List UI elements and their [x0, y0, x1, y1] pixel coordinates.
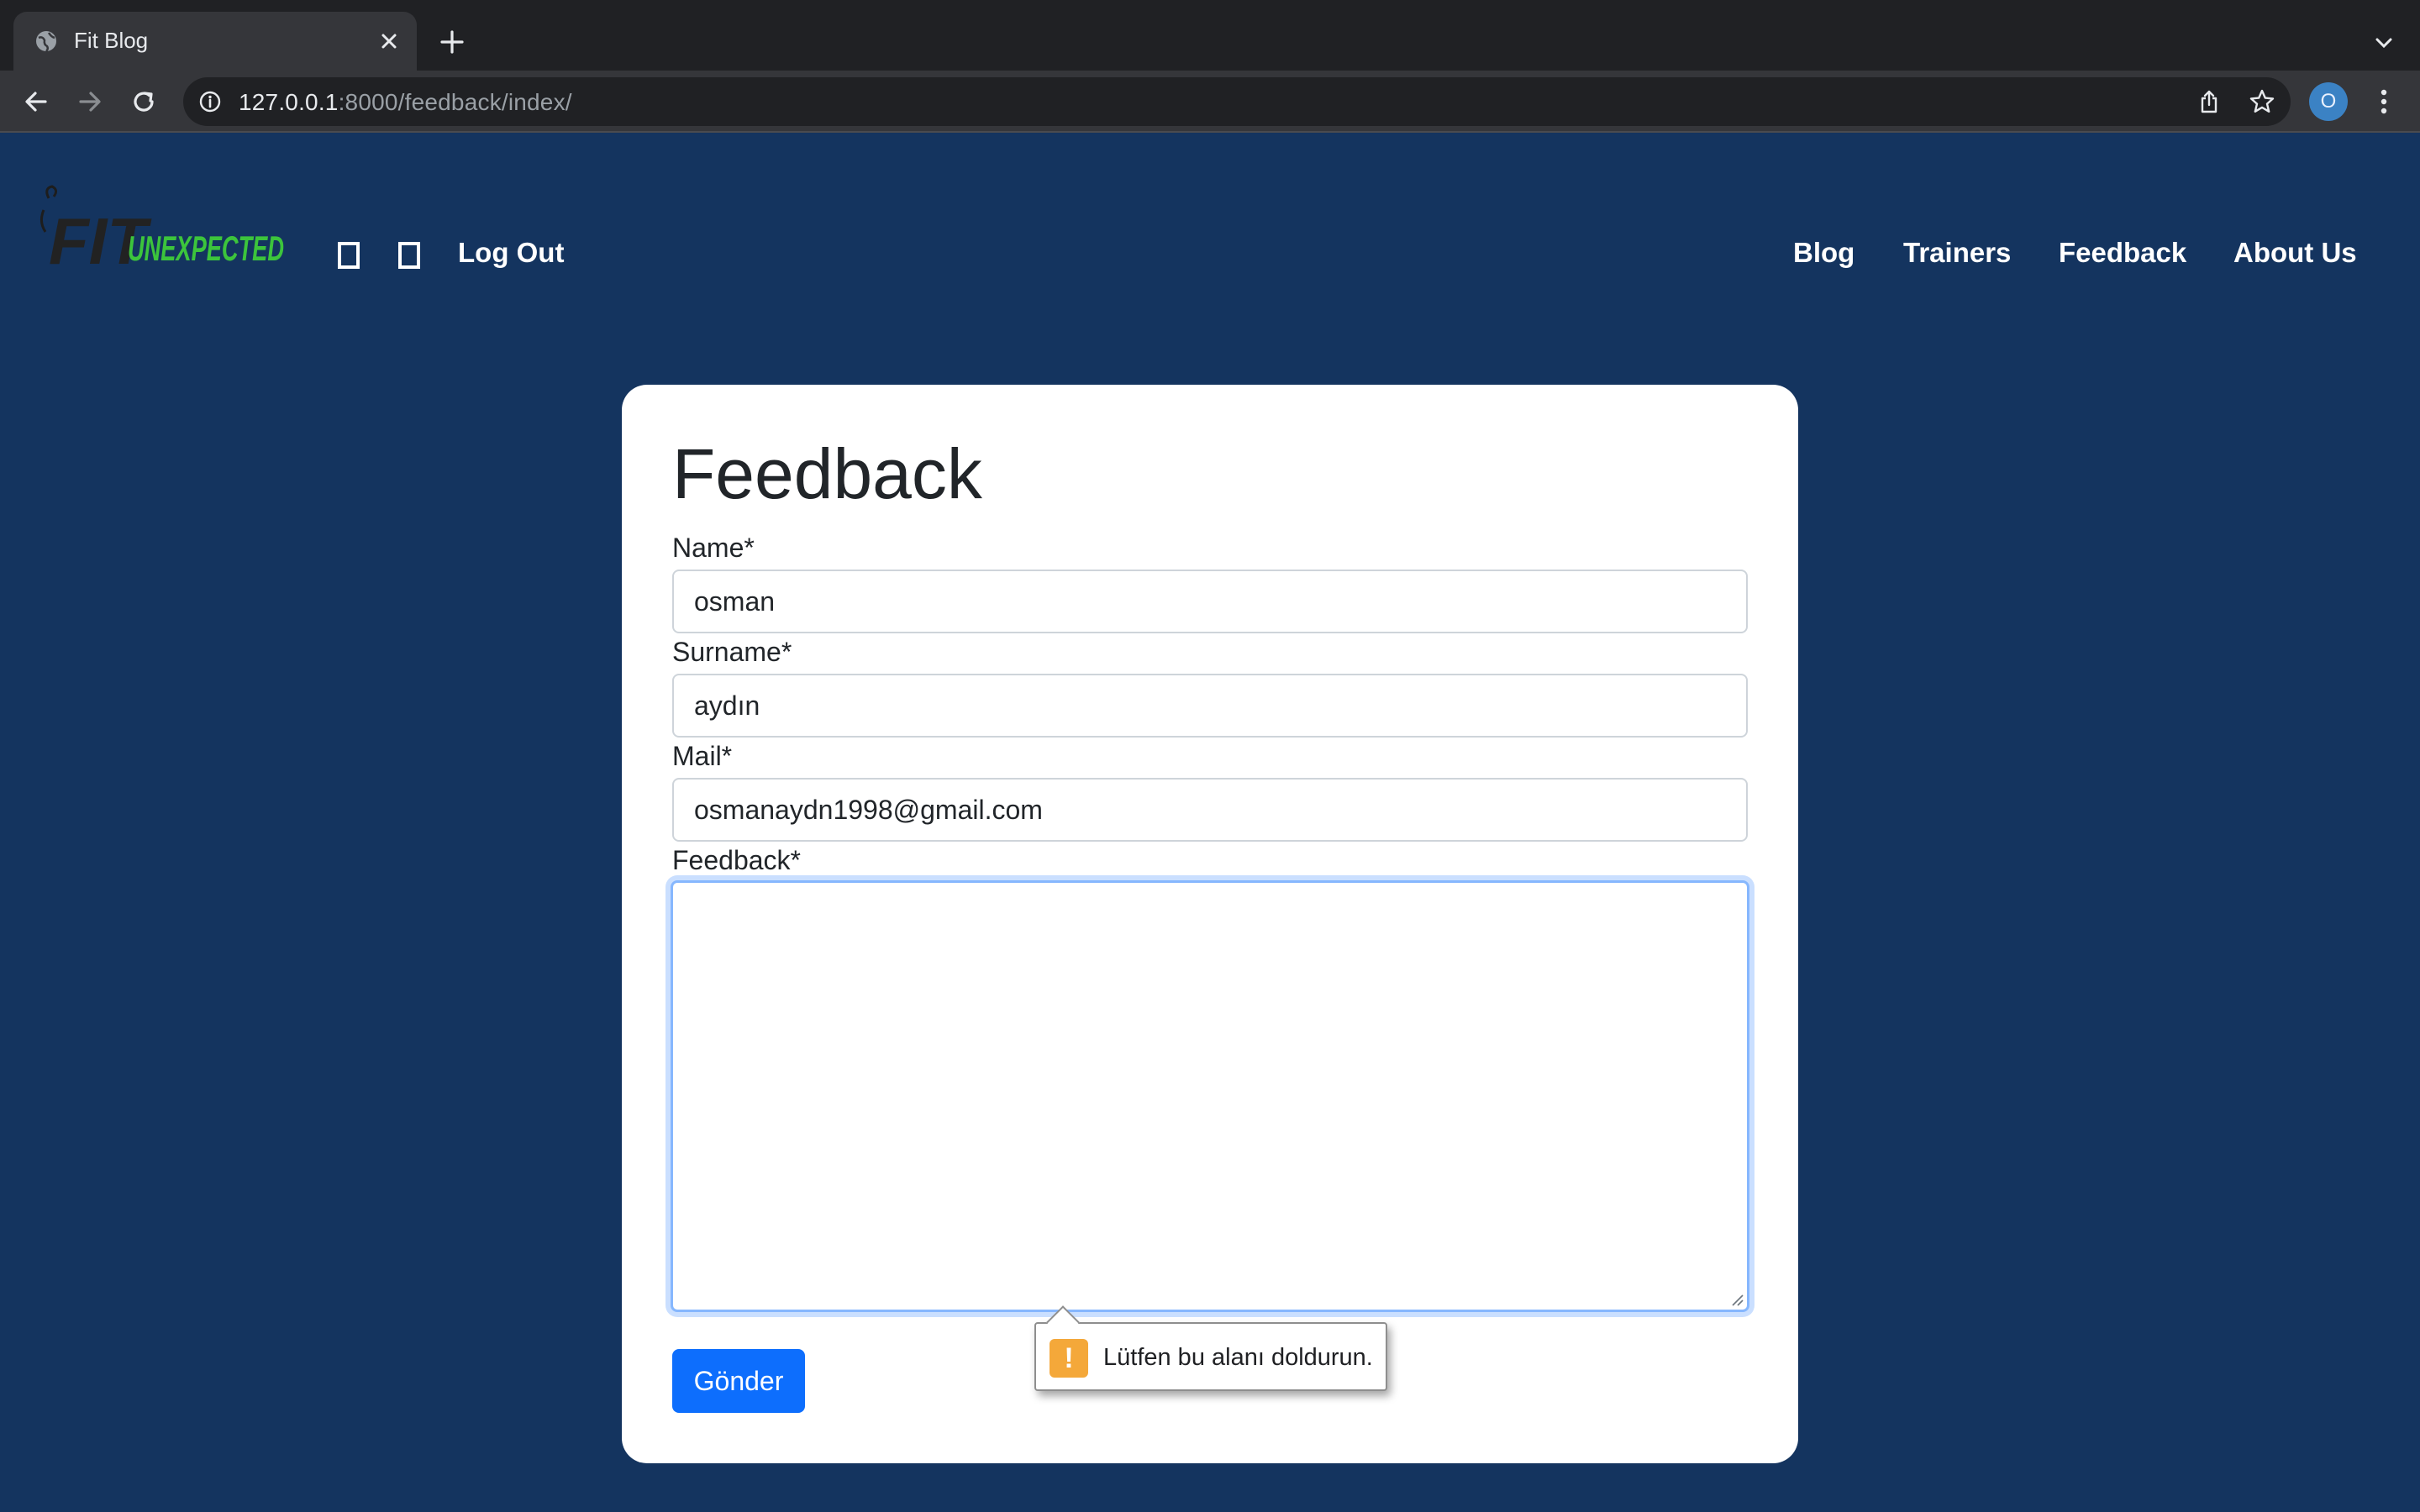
warning-icon: !	[1050, 1339, 1088, 1378]
submit-button[interactable]: Gönder	[672, 1349, 805, 1413]
url-text: 127.0.0.1:8000/feedback/index/	[239, 89, 572, 116]
page-title: Feedback	[672, 434, 982, 513]
share-icon[interactable]	[2196, 89, 2222, 114]
placeholder-icon[interactable]	[398, 242, 420, 269]
feedback-form-card: Feedback Name* osman Surname* aydın Mail…	[622, 385, 1798, 1463]
nav-link-trainers[interactable]: Trainers	[1903, 237, 2011, 269]
close-tab-icon[interactable]	[375, 27, 403, 55]
validation-message: Lütfen bu alanı doldurun.	[1103, 1344, 1373, 1371]
browser-tab[interactable]: Fit Blog	[13, 12, 417, 71]
nav-link-blog[interactable]: Blog	[1793, 237, 1854, 269]
resize-handle-icon[interactable]	[1728, 1291, 1744, 1306]
new-tab-icon[interactable]	[437, 27, 467, 57]
back-arrow-icon[interactable]	[20, 86, 52, 118]
nav-link-feedback[interactable]: Feedback	[2059, 237, 2186, 269]
chevron-down-icon[interactable]	[2371, 30, 2396, 55]
url-host: 127.0.0.1	[239, 89, 339, 115]
mail-label: Mail*	[672, 741, 733, 771]
mail-field[interactable]: osmanaydn1998@gmail.com	[672, 778, 1748, 842]
name-field[interactable]: osman	[672, 570, 1748, 633]
forward-arrow-icon[interactable]	[74, 86, 106, 118]
more-menu-icon[interactable]	[2370, 86, 2398, 118]
browser-tab-bar: Fit Blog	[0, 0, 2420, 71]
nav-link-about[interactable]: About Us	[2233, 237, 2357, 269]
profile-avatar[interactable]: O	[2309, 82, 2348, 121]
bookmark-star-icon[interactable]	[2249, 88, 2275, 115]
logout-link[interactable]: Log Out	[458, 237, 564, 269]
feedback-textarea[interactable]	[671, 880, 1749, 1312]
name-label: Name*	[672, 533, 755, 563]
address-bar[interactable]: 127.0.0.1:8000/feedback/index/	[183, 77, 2291, 126]
reload-icon[interactable]	[128, 86, 160, 118]
site-info-icon[interactable]	[198, 90, 222, 113]
surname-label: Surname*	[672, 637, 792, 667]
browser-toolbar: 127.0.0.1:8000/feedback/index/ O	[0, 71, 2420, 133]
site-logo[interactable]: FIT UNEXPECTED	[37, 185, 286, 269]
feedback-label: Feedback*	[672, 845, 801, 875]
tab-title: Fit Blog	[74, 28, 149, 53]
globe-icon	[36, 31, 56, 52]
url-path: :8000/feedback/index/	[338, 89, 572, 115]
validation-tooltip: ! Lütfen bu alanı doldurun.	[1034, 1305, 1387, 1391]
surname-field[interactable]: aydın	[672, 674, 1748, 738]
logo-unexpected-text: UNEXPECTED	[128, 228, 284, 268]
placeholder-icon[interactable]	[338, 242, 360, 269]
